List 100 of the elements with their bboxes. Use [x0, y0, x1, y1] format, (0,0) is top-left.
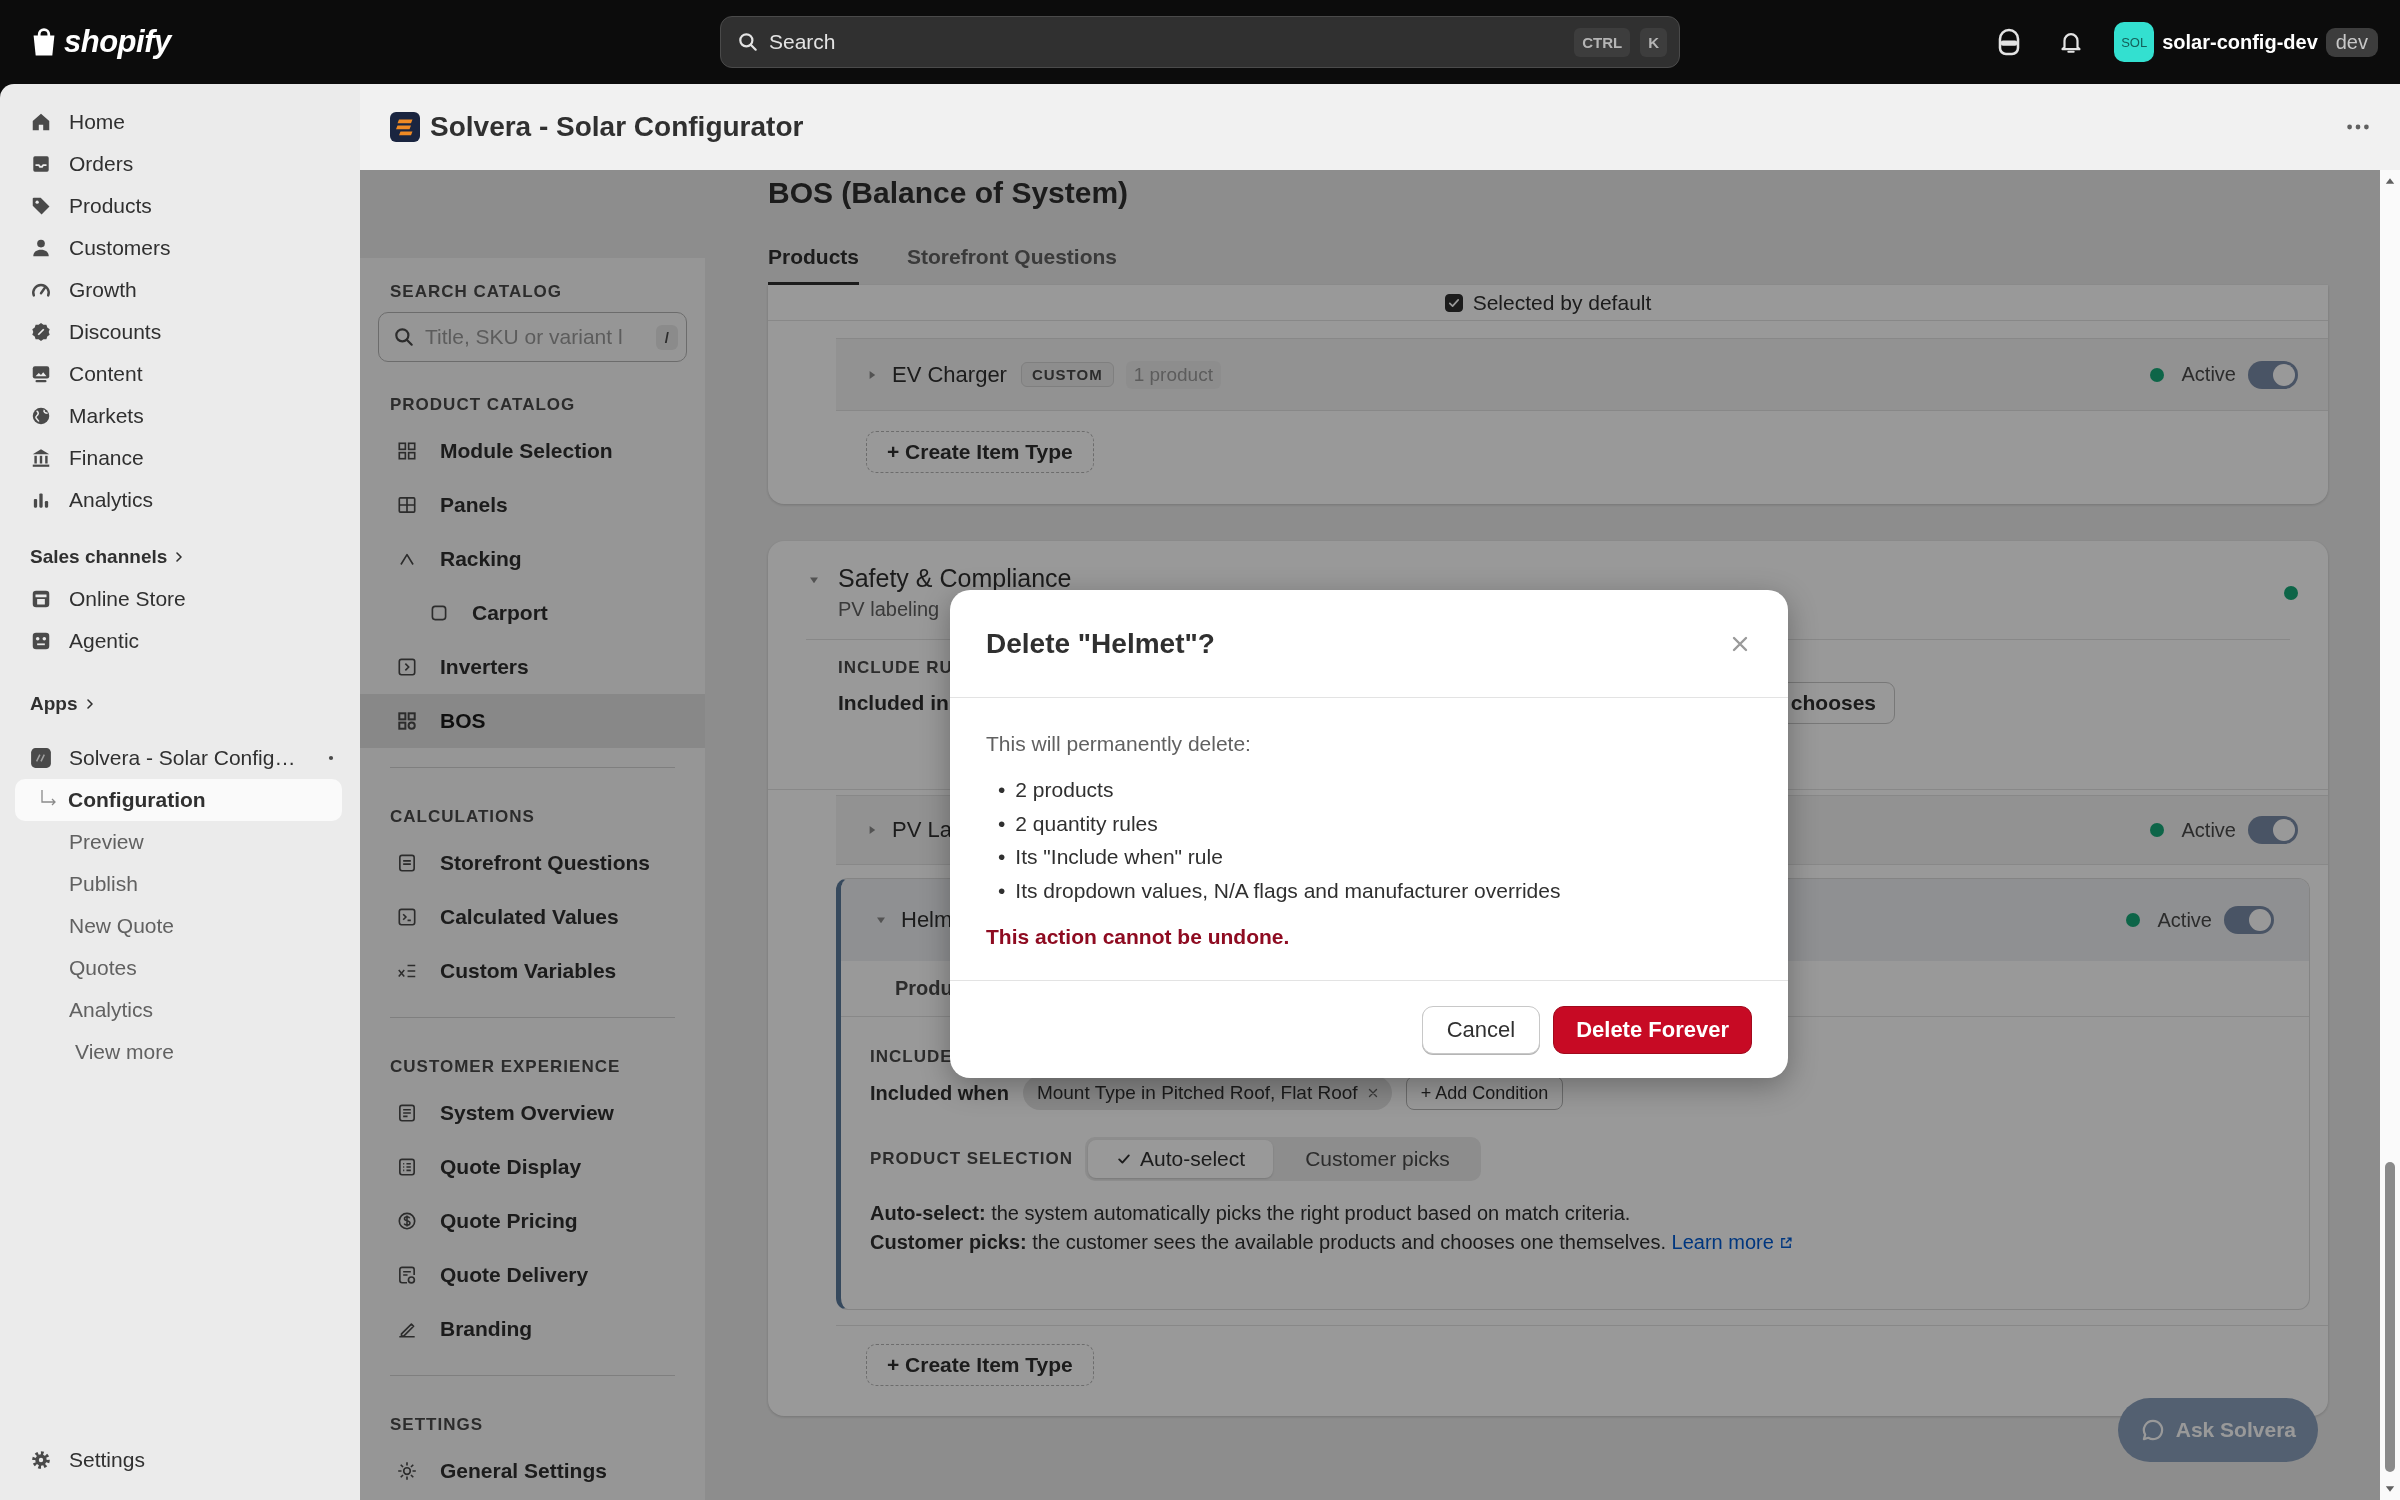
store-name[interactable]: solar-config-dev — [2162, 30, 2318, 54]
sidebar-item[interactable]: Quote Pricing — [360, 1194, 705, 1248]
nav-item[interactable]: Products — [0, 185, 360, 227]
sidebar-item[interactable]: Panels — [360, 478, 705, 532]
learn-more-link[interactable]: Learn more — [1671, 1228, 1793, 1257]
app-icon — [30, 747, 52, 769]
shortcut-key: K — [1640, 27, 1667, 57]
dialog-title: Delete "Helmet"? — [986, 627, 1215, 660]
list-item: • Its dropdown values, N/A flags and manufacturer overrides — [998, 877, 1561, 904]
status-label: Active — [2181, 363, 2236, 386]
page-title: BOS (Balance of System) — [768, 175, 1130, 211]
sidebar-item[interactable]: Carport — [360, 586, 705, 640]
create-item-type-button[interactable]: + Create Item Type — [866, 431, 1094, 473]
sidebar-item[interactable]: BOS — [360, 694, 705, 748]
add-condition-button[interactable]: + Add Condition — [1405, 1076, 1564, 1110]
search-icon — [737, 31, 759, 53]
sidebar-item[interactable]: Module Selection — [360, 424, 705, 478]
dollar-icon — [396, 1210, 418, 1232]
nav-item[interactable]: Agentic — [0, 620, 360, 662]
sidebar-item[interactable]: Custom Variables — [360, 944, 705, 998]
shortcut-key: / — [655, 324, 678, 350]
segment-option[interactable]: Auto-select — [1088, 1140, 1274, 1178]
cancel-button[interactable]: Cancel — [1421, 1005, 1541, 1054]
section-label: PRODUCT CATALOG — [389, 394, 577, 416]
nav-item[interactable]: Orders — [0, 143, 360, 185]
view-more-link[interactable]: View more — [0, 1031, 360, 1073]
list-icon — [396, 1156, 418, 1178]
search-field[interactable]: Search CTRL K — [720, 16, 1680, 68]
help-text: Customer picks: the customer sees the available products and chooses one themselves. Learn more — [870, 1228, 2309, 1257]
checkbox-label: Selected by default — [1472, 290, 1652, 315]
scrollbar-thumb[interactable] — [2385, 1162, 2395, 1472]
segment-option[interactable]: Customer picks — [1277, 1140, 1478, 1178]
section-label: PRODUCT SELECTION — [870, 1149, 1074, 1169]
create-item-type-button[interactable]: + Create Item Type — [866, 1344, 1094, 1386]
group-subtitle: PV labeling — [838, 597, 941, 622]
document-icon — [396, 1264, 418, 1286]
section-label: INCLUDE — [870, 1047, 954, 1067]
nav-item[interactable]: Home — [0, 101, 360, 143]
nav-item[interactable]: Markets — [0, 395, 360, 437]
nav-item[interactable]: Growth — [0, 269, 360, 311]
nav-subitem[interactable]: Configuration — [15, 779, 342, 821]
section-link[interactable]: Apps — [0, 683, 360, 725]
nav-subitem[interactable]: Preview — [15, 821, 342, 863]
toggle-switch[interactable] — [2248, 816, 2298, 844]
sidebar-item[interactable]: Inverters — [360, 640, 705, 694]
sidebar-item[interactable]: Quote Display — [360, 1140, 705, 1194]
store-badge: dev — [2325, 27, 2378, 57]
nav-item[interactable]: Analytics — [0, 479, 360, 521]
type-badge: CUSTOM — [1020, 362, 1114, 387]
sidebar-item[interactable]: Storefront Questions — [360, 836, 705, 890]
sidebar-item[interactable]: Branding — [360, 1302, 705, 1356]
nav-subitem[interactable]: Quotes — [15, 947, 342, 989]
sidebar-item[interactable]: Racking — [360, 532, 705, 586]
status-label: Active — [2181, 818, 2236, 842]
terminal-icon — [396, 906, 418, 928]
app-logo — [390, 112, 420, 142]
nav-item[interactable]: Customers — [0, 227, 360, 269]
item-type-name: PV La — [892, 817, 952, 843]
help-text: Auto-select: the system automatically picks the right product based on match criteria. — [870, 1201, 1632, 1226]
nav-item[interactable]: Discounts — [0, 311, 360, 353]
bank-icon — [30, 447, 52, 469]
status-label: Active — [2157, 908, 2212, 932]
checkbox[interactable] — [1444, 293, 1463, 312]
logo-wordmark: shopify — [64, 24, 171, 60]
section-link[interactable]: Sales channels — [0, 536, 360, 578]
nav-subitem[interactable]: Publish — [15, 863, 342, 905]
search-input[interactable]: Title, SKU or variant l — [425, 325, 646, 349]
table-icon — [396, 494, 418, 516]
section-label: CALCULATIONS — [389, 806, 536, 828]
warning-text: This action cannot be undone. — [986, 925, 1291, 949]
nav-item[interactable]: Settings — [0, 1439, 360, 1481]
nav-item[interactable]: Solvera - Solar Config… — [0, 737, 360, 779]
shortcut-key: CTRL — [1574, 27, 1631, 57]
group-title: Safety & Compliance — [838, 563, 1072, 594]
sidebar-item[interactable]: General Settings — [360, 1444, 705, 1498]
item-type-name: EV Charger — [892, 361, 1007, 388]
toggle-switch[interactable] — [2248, 360, 2298, 389]
sidebar-item[interactable]: Quote Delivery — [360, 1248, 705, 1302]
rule-text: Included when — [870, 1081, 1009, 1105]
sidebar-item[interactable]: Calculated Values — [360, 890, 705, 944]
toggle-switch[interactable] — [2224, 906, 2274, 934]
nav-item[interactable]: Finance — [0, 437, 360, 479]
section-label: SETTINGS — [389, 1414, 484, 1436]
nav-subitem[interactable]: New Quote — [15, 905, 342, 947]
store-icon — [30, 588, 52, 610]
tab[interactable]: Storefront Questions — [907, 228, 1118, 285]
external-link-icon — [1778, 1235, 1793, 1250]
nav-item[interactable]: Content — [0, 353, 360, 395]
image-icon — [30, 363, 52, 385]
search-field[interactable]: Title, SKU or variant l / — [378, 312, 687, 362]
delete-button[interactable]: Delete Forever — [1553, 1005, 1752, 1054]
settings-icon — [30, 1449, 52, 1471]
check-icon — [1116, 1151, 1133, 1167]
condition-chip: Mount Type in Pitched Roof, Flat Roof — [1022, 1076, 1392, 1110]
nav-item[interactable]: Online Store — [0, 578, 360, 620]
nav-subitem[interactable]: Analytics — [15, 989, 342, 1031]
search-input[interactable]: Search — [769, 30, 1565, 54]
tag-icon — [30, 195, 52, 217]
discount-icon — [30, 321, 52, 343]
sidebar-item[interactable]: System Overview — [360, 1086, 705, 1140]
